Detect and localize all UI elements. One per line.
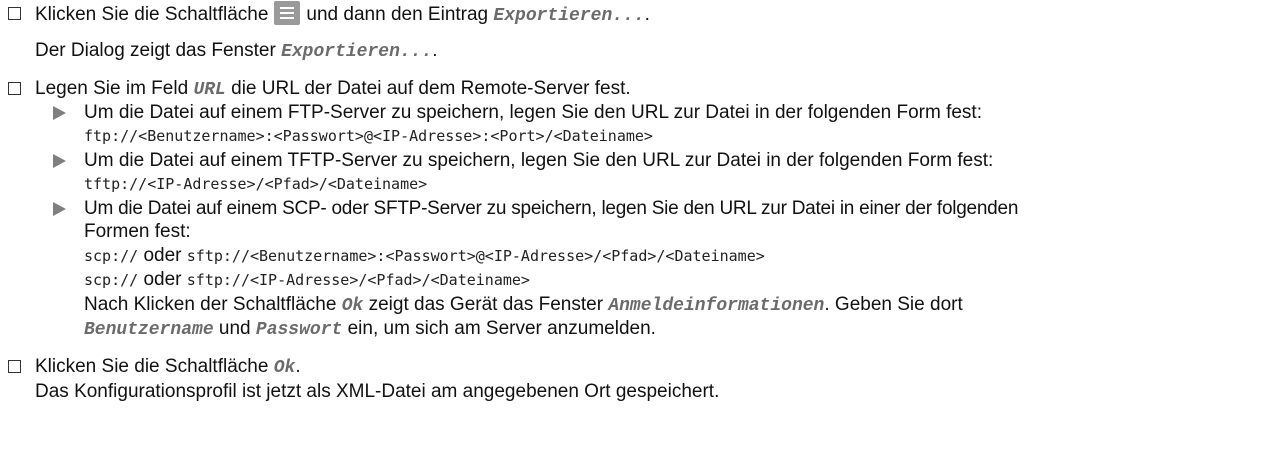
scp-url-format-2: scp:// oder sftp://<IP-Adresse>/<Pfad>/<… — [84, 269, 530, 291]
instruction-page: Klicken Sie die Schaltfläche und dann den… — [0, 0, 1282, 451]
ok-button-ref: Ok — [273, 358, 296, 378]
scp-text: Um die Datei auf einem SCP- oder SFTP-Se… — [84, 198, 1019, 219]
step-1-text: Klicken Sie die Schaltfläche — [35, 4, 269, 26]
step-checkbox[interactable] — [8, 360, 21, 373]
note-text: zeigt das Gerät das Fenster — [368, 294, 604, 315]
note-text: Nach Klicken der Schaltfläche — [84, 294, 337, 315]
username-ref: Benutzername — [84, 320, 214, 340]
credentials-window-ref: Anmeldeinformationen — [608, 296, 825, 316]
password-ref: Passwort — [255, 320, 343, 340]
sftp-url: sftp://<IP-Adresse>/<Pfad>/<Dateiname> — [186, 271, 530, 289]
step-checkbox[interactable] — [8, 82, 21, 95]
export-menu-item-ref: Exportieren... — [493, 6, 645, 27]
scp-note-2: Benutzername und Passwort ein, um sich a… — [84, 318, 656, 341]
step-1-text-mid: und dann den Eintrag — [306, 4, 489, 26]
tftp-url-format: tftp://<IP-Adresse>/<Pfad>/<Dateiname> — [84, 175, 428, 193]
or-text: oder — [143, 269, 182, 290]
scp-prefix: scp:// — [84, 247, 139, 265]
step-checkbox[interactable] — [8, 7, 21, 20]
step-3-text: Klicken Sie die Schaltfläche — [35, 356, 269, 377]
punct: . — [432, 40, 438, 61]
url-field-ref: URL — [193, 80, 226, 100]
step-1-line: Klicken Sie die Schaltfläche und dann den… — [35, 1, 650, 27]
scp-prefix: scp:// — [84, 271, 139, 289]
ftp-text: Um die Datei auf einem FTP-Server zu spe… — [84, 102, 982, 123]
result-text: Der Dialog zeigt das Fenster — [35, 40, 276, 61]
scp-note-1: Nach Klicken der Schaltfläche Ok zeigt d… — [84, 294, 963, 317]
tftp-text: Um die Datei auf einem TFTP-Server zu sp… — [84, 150, 994, 171]
step-3-result: Das Konfigurationsprofil ist jetzt als X… — [35, 381, 720, 402]
step-2-text: Legen Sie im Feld — [35, 78, 189, 99]
note-text: . Geben Sie dort — [824, 294, 963, 315]
note-text: ein, um sich am Server anzumelden. — [347, 318, 656, 339]
sftp-url: sftp://<Benutzername>:<Passwort>@<IP-Adr… — [186, 247, 765, 265]
ok-button-ref: Ok — [341, 296, 364, 316]
bullet-triangle-icon — [53, 106, 66, 120]
step-1-result: Der Dialog zeigt das Fenster Exportieren… — [35, 40, 438, 63]
note-text: und — [218, 318, 251, 339]
step-2-text-post: die URL der Datei auf dem Remote-Server … — [231, 78, 631, 99]
export-window-ref: Exportieren... — [281, 42, 433, 62]
bullet-triangle-icon — [53, 202, 66, 216]
scp-text-2: Formen fest: — [84, 221, 191, 242]
step-3-line: Klicken Sie die Schaltfläche Ok. — [35, 356, 301, 379]
step-2-line: Legen Sie im Feld URL die URL der Datei … — [35, 78, 631, 101]
or-text: oder — [143, 245, 182, 266]
ftp-url-format: ftp://<Benutzername>:<Passwort>@<IP-Adre… — [84, 127, 653, 145]
scp-url-format-1: scp:// oder sftp://<Benutzername>:<Passw… — [84, 245, 765, 267]
punct: . — [644, 4, 650, 26]
bullet-triangle-icon — [53, 154, 66, 168]
punct: . — [295, 356, 301, 377]
hamburger-menu-icon[interactable] — [274, 1, 301, 25]
